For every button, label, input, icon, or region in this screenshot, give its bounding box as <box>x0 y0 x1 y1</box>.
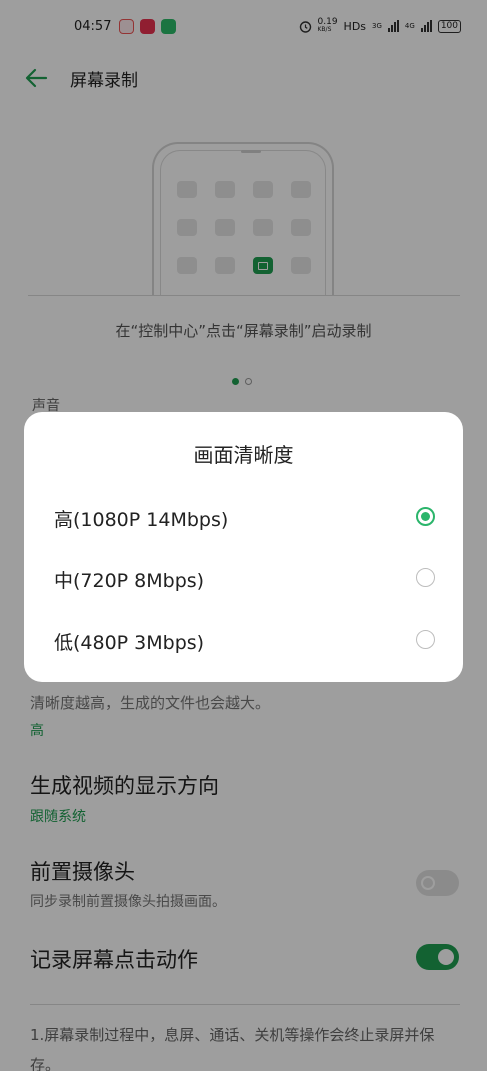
option-medium[interactable]: 中(720P 8Mbps) <box>24 550 463 606</box>
radio-checked-icon[interactable] <box>416 507 435 526</box>
radio-unchecked-icon[interactable] <box>416 568 435 587</box>
dialog-title: 画面清晰度 <box>193 443 294 467</box>
option-label: 高(1080P 14Mbps) <box>54 509 229 531</box>
clarity-dialog: 画面清晰度 高(1080P 14Mbps) 中(720P 8Mbps) 低(48… <box>24 412 463 682</box>
option-label: 低(480P 3Mbps) <box>54 632 205 654</box>
option-label: 中(720P 8Mbps) <box>54 570 205 592</box>
radio-unchecked-icon[interactable] <box>416 630 435 649</box>
option-high[interactable]: 高(1080P 14Mbps) <box>24 489 463 545</box>
option-low[interactable]: 低(480P 3Mbps) <box>24 612 463 668</box>
